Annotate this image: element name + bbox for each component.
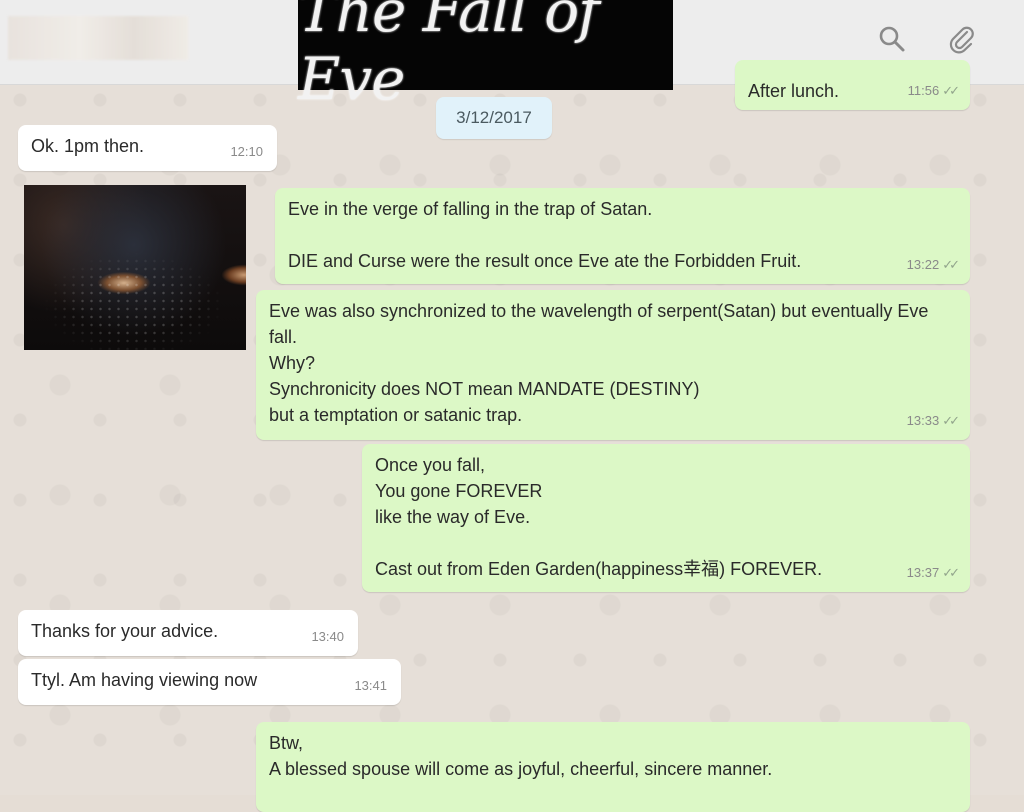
message-text: Eve in the verge of falling in the trap … xyxy=(288,199,802,271)
message-text: Once you fall, You gone FOREVER like the… xyxy=(375,455,823,579)
message-text: Btw, A blessed spouse will come as joyfu… xyxy=(269,733,773,779)
message-time: 12:10 xyxy=(230,144,263,159)
image-texture xyxy=(24,185,246,350)
message-time: 13:41 xyxy=(354,678,387,693)
message-incoming[interactable]: Ok. 1pm then. 12:10 xyxy=(18,125,277,171)
message-outgoing[interactable]: After lunch. 11:56 ✓✓ xyxy=(735,60,970,110)
paperclip-icon[interactable] xyxy=(945,22,979,56)
contact-name-blurred[interactable] xyxy=(8,16,188,60)
message-time: 13:40 xyxy=(311,629,344,644)
read-ticks-icon: ✓✓ xyxy=(942,413,960,428)
message-text: Ttyl. Am having viewing now xyxy=(31,670,258,690)
message-outgoing[interactable]: Eve in the verge of falling in the trap … xyxy=(275,188,970,284)
message-time: 13:37 ✓✓ xyxy=(906,565,960,580)
read-ticks-icon: ✓✓ xyxy=(942,257,960,272)
message-time: 13:33 ✓✓ xyxy=(906,413,960,428)
message-text: Thanks for your advice. xyxy=(31,621,219,641)
message-incoming[interactable]: Ttyl. Am having viewing now 13:41 xyxy=(18,659,401,705)
read-ticks-icon: ✓✓ xyxy=(942,83,960,98)
message-text: Eve was also synchronized to the wavelen… xyxy=(269,301,929,425)
message-time: 13:22 ✓✓ xyxy=(906,257,960,272)
message-time: 11:56 ✓✓ xyxy=(907,83,960,98)
banner-title: The Fall of Eve xyxy=(298,0,673,113)
message-outgoing[interactable]: Once you fall, You gone FOREVER like the… xyxy=(362,444,970,592)
search-icon[interactable] xyxy=(875,22,909,56)
message-incoming[interactable]: Thanks for your advice. 13:40 xyxy=(18,610,358,656)
message-outgoing[interactable]: Eve was also synchronized to the wavelen… xyxy=(256,290,970,440)
message-outgoing[interactable]: Btw, A blessed spouse will come as joyfu… xyxy=(256,722,970,812)
shared-image[interactable] xyxy=(24,185,246,350)
read-ticks-icon: ✓✓ xyxy=(942,565,960,580)
